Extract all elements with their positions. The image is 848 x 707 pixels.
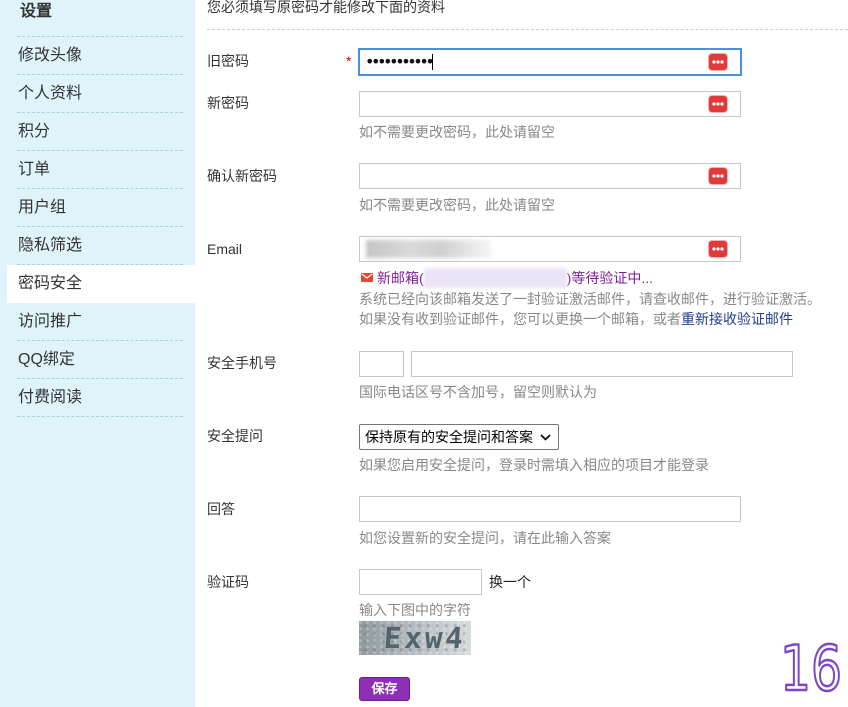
answer-input[interactable] [359,496,741,522]
required-mark: * [346,53,352,69]
password-dots-icon[interactable] [708,167,728,185]
captcha-hint: 输入下图中的字符 [359,602,471,618]
confirm-password-hint: 如不需要更改密码，此处请留空 [359,197,555,213]
pending-email-redacted [423,268,567,289]
phone-number-input[interactable] [411,351,793,377]
sidebar-title: 设置 [20,3,53,20]
save-button[interactable]: 保存 [359,677,410,701]
sidebar-item-usergroup[interactable]: 用户组 [7,189,195,227]
email-value-redacted [366,240,491,258]
password-security-page: 设置 修改头像 个人资料 积分 订单 用户组 隐私筛选 密码安全 访问推广 QQ… [0,0,848,707]
security-question-selected: 保持原有的安全提问和答案 [365,429,533,445]
phone-label: 安全手机号 [207,355,277,371]
answer-hint: 如您设置新的安全提问，请在此输入答案 [359,530,611,546]
chevron-down-icon [540,434,551,441]
sidebar-item-promotion[interactable]: 访问推广 [7,303,195,341]
old-password-masked-value: ••••••••••• [365,52,435,71]
email-pending-suffix: )等待验证中... [566,270,654,286]
email-label: Email [207,241,243,257]
settings-sidebar: 设置 修改头像 个人资料 积分 订单 用户组 隐私筛选 密码安全 访问推广 QQ… [0,0,195,707]
captcha-input[interactable] [359,569,482,595]
password-dots-icon[interactable] [708,240,728,258]
sidebar-item-profile[interactable]: 个人资料 [7,75,195,113]
envelope-icon [361,273,373,283]
captcha-image: Exw4 [359,621,471,655]
sidebar-item-password-security[interactable]: 密码安全 [7,265,195,303]
confirm-password-input[interactable] [359,163,741,189]
resend-verification-link[interactable]: 重新接收验证邮件 [681,311,793,327]
email-resend-line: 如果没有收到验证邮件，您可以更换一个邮箱，或者重新接收验证邮件 [359,309,793,329]
email-pending-status: 新邮箱( )等待验证中... [361,268,654,289]
password-dots-icon[interactable] [708,95,728,113]
sidebar-item-paid-reading[interactable]: 付费阅读 [7,379,195,417]
old-password-input[interactable]: ••••••••••• [359,49,741,75]
phone-hint: 国际电话区号不含加号，留空则默认为 [359,384,597,400]
sidebar-item-privacy[interactable]: 隐私筛选 [7,227,195,265]
email-pending-prefix: 新邮箱( [377,270,424,286]
email-input[interactable] [359,236,741,262]
confirm-password-label: 确认新密码 [207,168,277,184]
corner-number-badge: 16 [779,640,844,694]
new-password-input[interactable] [359,91,741,117]
password-dots-icon[interactable] [708,53,728,71]
sidebar-nav: 修改头像 个人资料 积分 订单 用户组 隐私筛选 密码安全 访问推广 QQ绑定 … [7,37,195,417]
old-password-label: 旧密码 [207,53,249,69]
security-question-label: 安全提问 [207,428,263,444]
captcha-image-text: Exw4 [382,621,468,655]
sidebar-item-qq-binding[interactable]: QQ绑定 [7,341,195,379]
sidebar-item-avatar[interactable]: 修改头像 [7,37,195,75]
notice-divider [207,29,848,30]
text-caret [432,54,433,70]
security-question-hint: 如果您启用安全提问，登录时需填入相应的项目才能登录 [359,457,709,473]
security-question-select[interactable]: 保持原有的安全提问和答案 [359,424,559,450]
answer-label: 回答 [207,501,235,517]
email-sent-notice: 系统已经向该邮箱发送了一封验证激活邮件，请查收邮件，进行验证激活。 [359,291,821,307]
sidebar-item-credits[interactable]: 积分 [7,113,195,151]
sidebar-item-orders[interactable]: 订单 [7,151,195,189]
corner-number: 16 [780,640,842,694]
email-resend-prefix: 如果没有收到验证邮件，您可以更换一个邮箱，或者 [359,311,681,327]
captcha-refresh-link[interactable]: 换一个 [489,572,531,592]
phone-country-code-input[interactable] [359,351,404,377]
new-password-label: 新密码 [207,95,249,111]
new-password-hint: 如不需要更改密码，此处请留空 [359,124,555,140]
captcha-label: 验证码 [207,574,249,590]
form-notice: 您必须填写原密码才能修改下面的资料 [207,0,445,15]
